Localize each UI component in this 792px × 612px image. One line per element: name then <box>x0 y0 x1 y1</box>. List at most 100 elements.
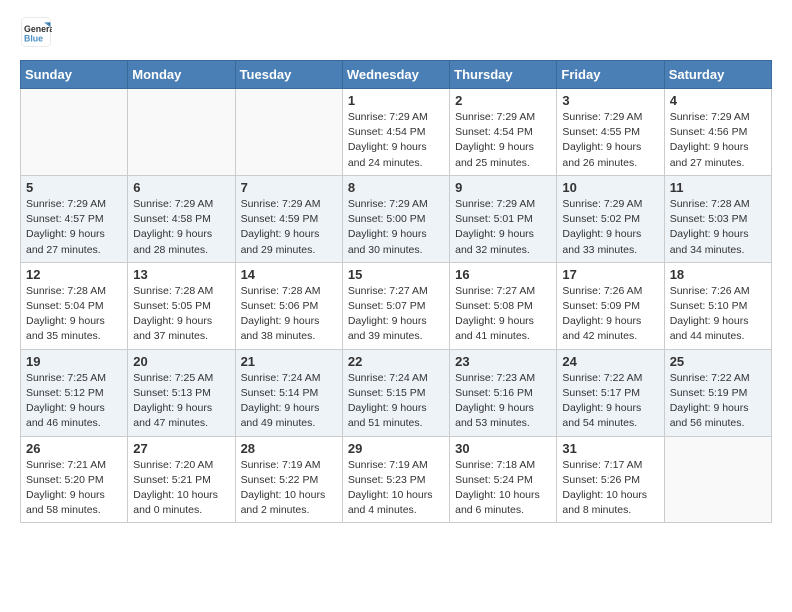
day-number: 21 <box>241 354 337 369</box>
calendar-cell: 17 Sunrise: 7:26 AM Sunset: 5:09 PM Dayli… <box>557 262 664 349</box>
day-number: 31 <box>562 441 658 456</box>
day-info: Sunrise: 7:29 AM Sunset: 4:56 PM Dayligh… <box>670 110 766 171</box>
day-info: Sunrise: 7:18 AM Sunset: 5:24 PM Dayligh… <box>455 458 551 519</box>
calendar-cell <box>21 89 128 176</box>
calendar-page: General Blue SundayMondayTuesdayWednesda… <box>0 0 792 543</box>
day-info: Sunrise: 7:29 AM Sunset: 4:54 PM Dayligh… <box>348 110 444 171</box>
logo: General Blue <box>20 16 54 48</box>
calendar-cell: 6Sunrise: 7:29 AM Sunset: 4:58 PM Daylig… <box>128 175 235 262</box>
day-info: Sunrise: 7:28 AM Sunset: 5:03 PM Dayligh… <box>670 197 766 258</box>
day-info: Sunrise: 7:19 AM Sunset: 5:23 PM Dayligh… <box>348 458 444 519</box>
day-info: Sunrise: 7:20 AM Sunset: 5:21 PM Dayligh… <box>133 458 229 519</box>
day-number: 1 <box>348 93 444 108</box>
calendar-cell: 2 Sunrise: 7:29 AM Sunset: 4:54 PM Daylig… <box>450 89 557 176</box>
day-info: Sunrise: 7:25 AM Sunset: 5:12 PM Dayligh… <box>26 371 122 432</box>
calendar-cell: 25 Sunrise: 7:22 AM Sunset: 5:19 PM Dayli… <box>664 349 771 436</box>
day-number: 18 <box>670 267 766 282</box>
calendar-cell: 22Sunrise: 7:24 AM Sunset: 5:15 PM Dayli… <box>342 349 449 436</box>
day-number: 2 <box>455 93 551 108</box>
day-number: 9 <box>455 180 551 195</box>
calendar-cell: 9Sunrise: 7:29 AM Sunset: 5:01 PM Daylig… <box>450 175 557 262</box>
calendar-cell: 4 Sunrise: 7:29 AM Sunset: 4:56 PM Daylig… <box>664 89 771 176</box>
weekday-header-tuesday: Tuesday <box>235 61 342 89</box>
calendar-cell: 13 Sunrise: 7:28 AM Sunset: 5:05 PM Dayli… <box>128 262 235 349</box>
calendar-cell: 12 Sunrise: 7:28 AM Sunset: 5:04 PM Dayli… <box>21 262 128 349</box>
day-info: Sunrise: 7:21 AM Sunset: 5:20 PM Dayligh… <box>26 458 122 519</box>
day-number: 14 <box>241 267 337 282</box>
day-number: 5 <box>26 180 122 195</box>
day-number: 11 <box>670 180 766 195</box>
weekday-header-saturday: Saturday <box>664 61 771 89</box>
day-number: 28 <box>241 441 337 456</box>
calendar-cell: 24 Sunrise: 7:22 AM Sunset: 5:17 PM Dayli… <box>557 349 664 436</box>
calendar-cell: 20 Sunrise: 7:25 AM Sunset: 5:13 PM Dayli… <box>128 349 235 436</box>
calendar-cell <box>128 89 235 176</box>
day-info: Sunrise: 7:22 AM Sunset: 5:19 PM Dayligh… <box>670 371 766 432</box>
day-number: 25 <box>670 354 766 369</box>
day-info: Sunrise: 7:28 AM Sunset: 5:05 PM Dayligh… <box>133 284 229 345</box>
day-info: Sunrise: 7:22 AM Sunset: 5:17 PM Dayligh… <box>562 371 658 432</box>
day-number: 16 <box>455 267 551 282</box>
week-row-5: 26 Sunrise: 7:21 AM Sunset: 5:20 PM Dayli… <box>21 436 772 523</box>
day-info: Sunrise: 7:28 AM Sunset: 5:06 PM Dayligh… <box>241 284 337 345</box>
day-number: 29 <box>348 441 444 456</box>
page-header: General Blue <box>20 16 772 48</box>
calendar-cell: 15 Sunrise: 7:27 AM Sunset: 5:07 PM Dayli… <box>342 262 449 349</box>
day-info: Sunrise: 7:27 AM Sunset: 5:08 PM Dayligh… <box>455 284 551 345</box>
day-number: 23 <box>455 354 551 369</box>
calendar-cell: 5 Sunrise: 7:29 AM Sunset: 4:57 PM Daylig… <box>21 175 128 262</box>
day-info: Sunrise: 7:29 AM Sunset: 5:02 PM Dayligh… <box>562 197 658 258</box>
week-row-3: 12 Sunrise: 7:28 AM Sunset: 5:04 PM Dayli… <box>21 262 772 349</box>
day-number: 12 <box>26 267 122 282</box>
day-number: 4 <box>670 93 766 108</box>
day-info: Sunrise: 7:29 AM Sunset: 4:59 PM Dayligh… <box>241 197 337 258</box>
day-info: Sunrise: 7:25 AM Sunset: 5:13 PM Dayligh… <box>133 371 229 432</box>
calendar-cell: 7Sunrise: 7:29 AM Sunset: 4:59 PM Daylig… <box>235 175 342 262</box>
calendar-cell: 23 Sunrise: 7:23 AM Sunset: 5:16 PM Dayli… <box>450 349 557 436</box>
svg-text:Blue: Blue <box>24 34 43 44</box>
day-number: 3 <box>562 93 658 108</box>
day-info: Sunrise: 7:28 AM Sunset: 5:04 PM Dayligh… <box>26 284 122 345</box>
day-info: Sunrise: 7:29 AM Sunset: 4:58 PM Dayligh… <box>133 197 229 258</box>
logo-icon: General Blue <box>20 16 52 48</box>
day-info: Sunrise: 7:24 AM Sunset: 5:14 PM Dayligh… <box>241 371 337 432</box>
calendar-cell: 27 Sunrise: 7:20 AM Sunset: 5:21 PM Dayli… <box>128 436 235 523</box>
calendar-cell: 19Sunrise: 7:25 AM Sunset: 5:12 PM Dayli… <box>21 349 128 436</box>
svg-text:General: General <box>24 24 52 34</box>
day-info: Sunrise: 7:29 AM Sunset: 5:00 PM Dayligh… <box>348 197 444 258</box>
day-number: 20 <box>133 354 229 369</box>
day-number: 30 <box>455 441 551 456</box>
day-number: 15 <box>348 267 444 282</box>
weekday-header-monday: Monday <box>128 61 235 89</box>
day-number: 27 <box>133 441 229 456</box>
week-row-1: 1 Sunrise: 7:29 AM Sunset: 4:54 PM Daylig… <box>21 89 772 176</box>
weekday-header-thursday: Thursday <box>450 61 557 89</box>
calendar-cell: 10 Sunrise: 7:29 AM Sunset: 5:02 PM Dayli… <box>557 175 664 262</box>
calendar-cell <box>664 436 771 523</box>
day-info: Sunrise: 7:29 AM Sunset: 4:57 PM Dayligh… <box>26 197 122 258</box>
calendar-cell: 18 Sunrise: 7:26 AM Sunset: 5:10 PM Dayli… <box>664 262 771 349</box>
day-info: Sunrise: 7:27 AM Sunset: 5:07 PM Dayligh… <box>348 284 444 345</box>
day-number: 8 <box>348 180 444 195</box>
day-info: Sunrise: 7:26 AM Sunset: 5:10 PM Dayligh… <box>670 284 766 345</box>
day-number: 10 <box>562 180 658 195</box>
day-number: 26 <box>26 441 122 456</box>
day-number: 24 <box>562 354 658 369</box>
day-number: 17 <box>562 267 658 282</box>
calendar-cell: 26 Sunrise: 7:21 AM Sunset: 5:20 PM Dayli… <box>21 436 128 523</box>
calendar-cell: 16 Sunrise: 7:27 AM Sunset: 5:08 PM Dayli… <box>450 262 557 349</box>
day-info: Sunrise: 7:24 AM Sunset: 5:15 PM Dayligh… <box>348 371 444 432</box>
day-info: Sunrise: 7:29 AM Sunset: 4:55 PM Dayligh… <box>562 110 658 171</box>
day-info: Sunrise: 7:29 AM Sunset: 4:54 PM Dayligh… <box>455 110 551 171</box>
day-number: 13 <box>133 267 229 282</box>
calendar-table: SundayMondayTuesdayWednesdayThursdayFrid… <box>20 60 772 523</box>
week-row-2: 5 Sunrise: 7:29 AM Sunset: 4:57 PM Daylig… <box>21 175 772 262</box>
calendar-cell: 29 Sunrise: 7:19 AM Sunset: 5:23 PM Dayli… <box>342 436 449 523</box>
calendar-cell: 1 Sunrise: 7:29 AM Sunset: 4:54 PM Daylig… <box>342 89 449 176</box>
calendar-cell: 31 Sunrise: 7:17 AM Sunset: 5:26 PM Dayli… <box>557 436 664 523</box>
weekday-header-wednesday: Wednesday <box>342 61 449 89</box>
day-info: Sunrise: 7:23 AM Sunset: 5:16 PM Dayligh… <box>455 371 551 432</box>
calendar-cell <box>235 89 342 176</box>
day-info: Sunrise: 7:26 AM Sunset: 5:09 PM Dayligh… <box>562 284 658 345</box>
day-info: Sunrise: 7:17 AM Sunset: 5:26 PM Dayligh… <box>562 458 658 519</box>
